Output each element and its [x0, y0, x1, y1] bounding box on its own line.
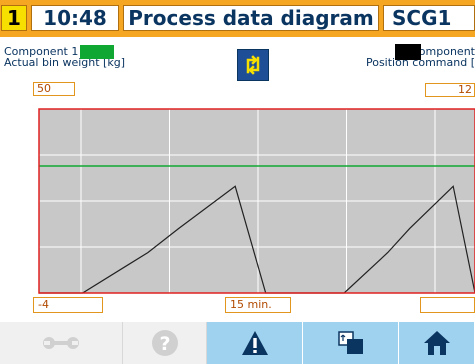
status-indicator-black: [395, 44, 421, 60]
wrench-icon: [43, 337, 79, 349]
tools-button[interactable]: [0, 322, 123, 364]
right-value-field: 12: [425, 83, 475, 97]
sync-button[interactable]: [237, 49, 269, 81]
left-value-field: 50: [33, 82, 75, 96]
warning-icon: [241, 331, 268, 355]
device-name: SCG1: [383, 5, 475, 31]
help-button[interactable]: ?: [123, 322, 207, 364]
home-icon: [423, 331, 450, 355]
help-icon: ?: [151, 330, 178, 356]
svg-text:?: ?: [159, 333, 170, 355]
window-switch-icon: [337, 331, 363, 354]
scale-min-left: -4: [33, 297, 103, 313]
window-switch-button[interactable]: [303, 322, 399, 364]
chart-canvas: [38, 108, 475, 294]
home-button[interactable]: [399, 322, 475, 364]
swap-arrows-icon: [241, 53, 265, 77]
alarm-button[interactable]: [207, 322, 303, 364]
status-indicator-green: [80, 45, 114, 59]
scale-min-right: [420, 297, 475, 313]
screen-number: 1: [1, 5, 27, 31]
process-chart: [0, 97, 475, 313]
header-bar: 1 10:48 Process data diagram SCG1: [0, 0, 475, 37]
clock: 10:48: [31, 5, 119, 31]
info-panel: Component 1 Actual bin weight [kg] 50 Co…: [0, 37, 475, 97]
time-span-label: 15 min.: [225, 297, 291, 313]
page-title: Process data diagram: [123, 5, 379, 31]
